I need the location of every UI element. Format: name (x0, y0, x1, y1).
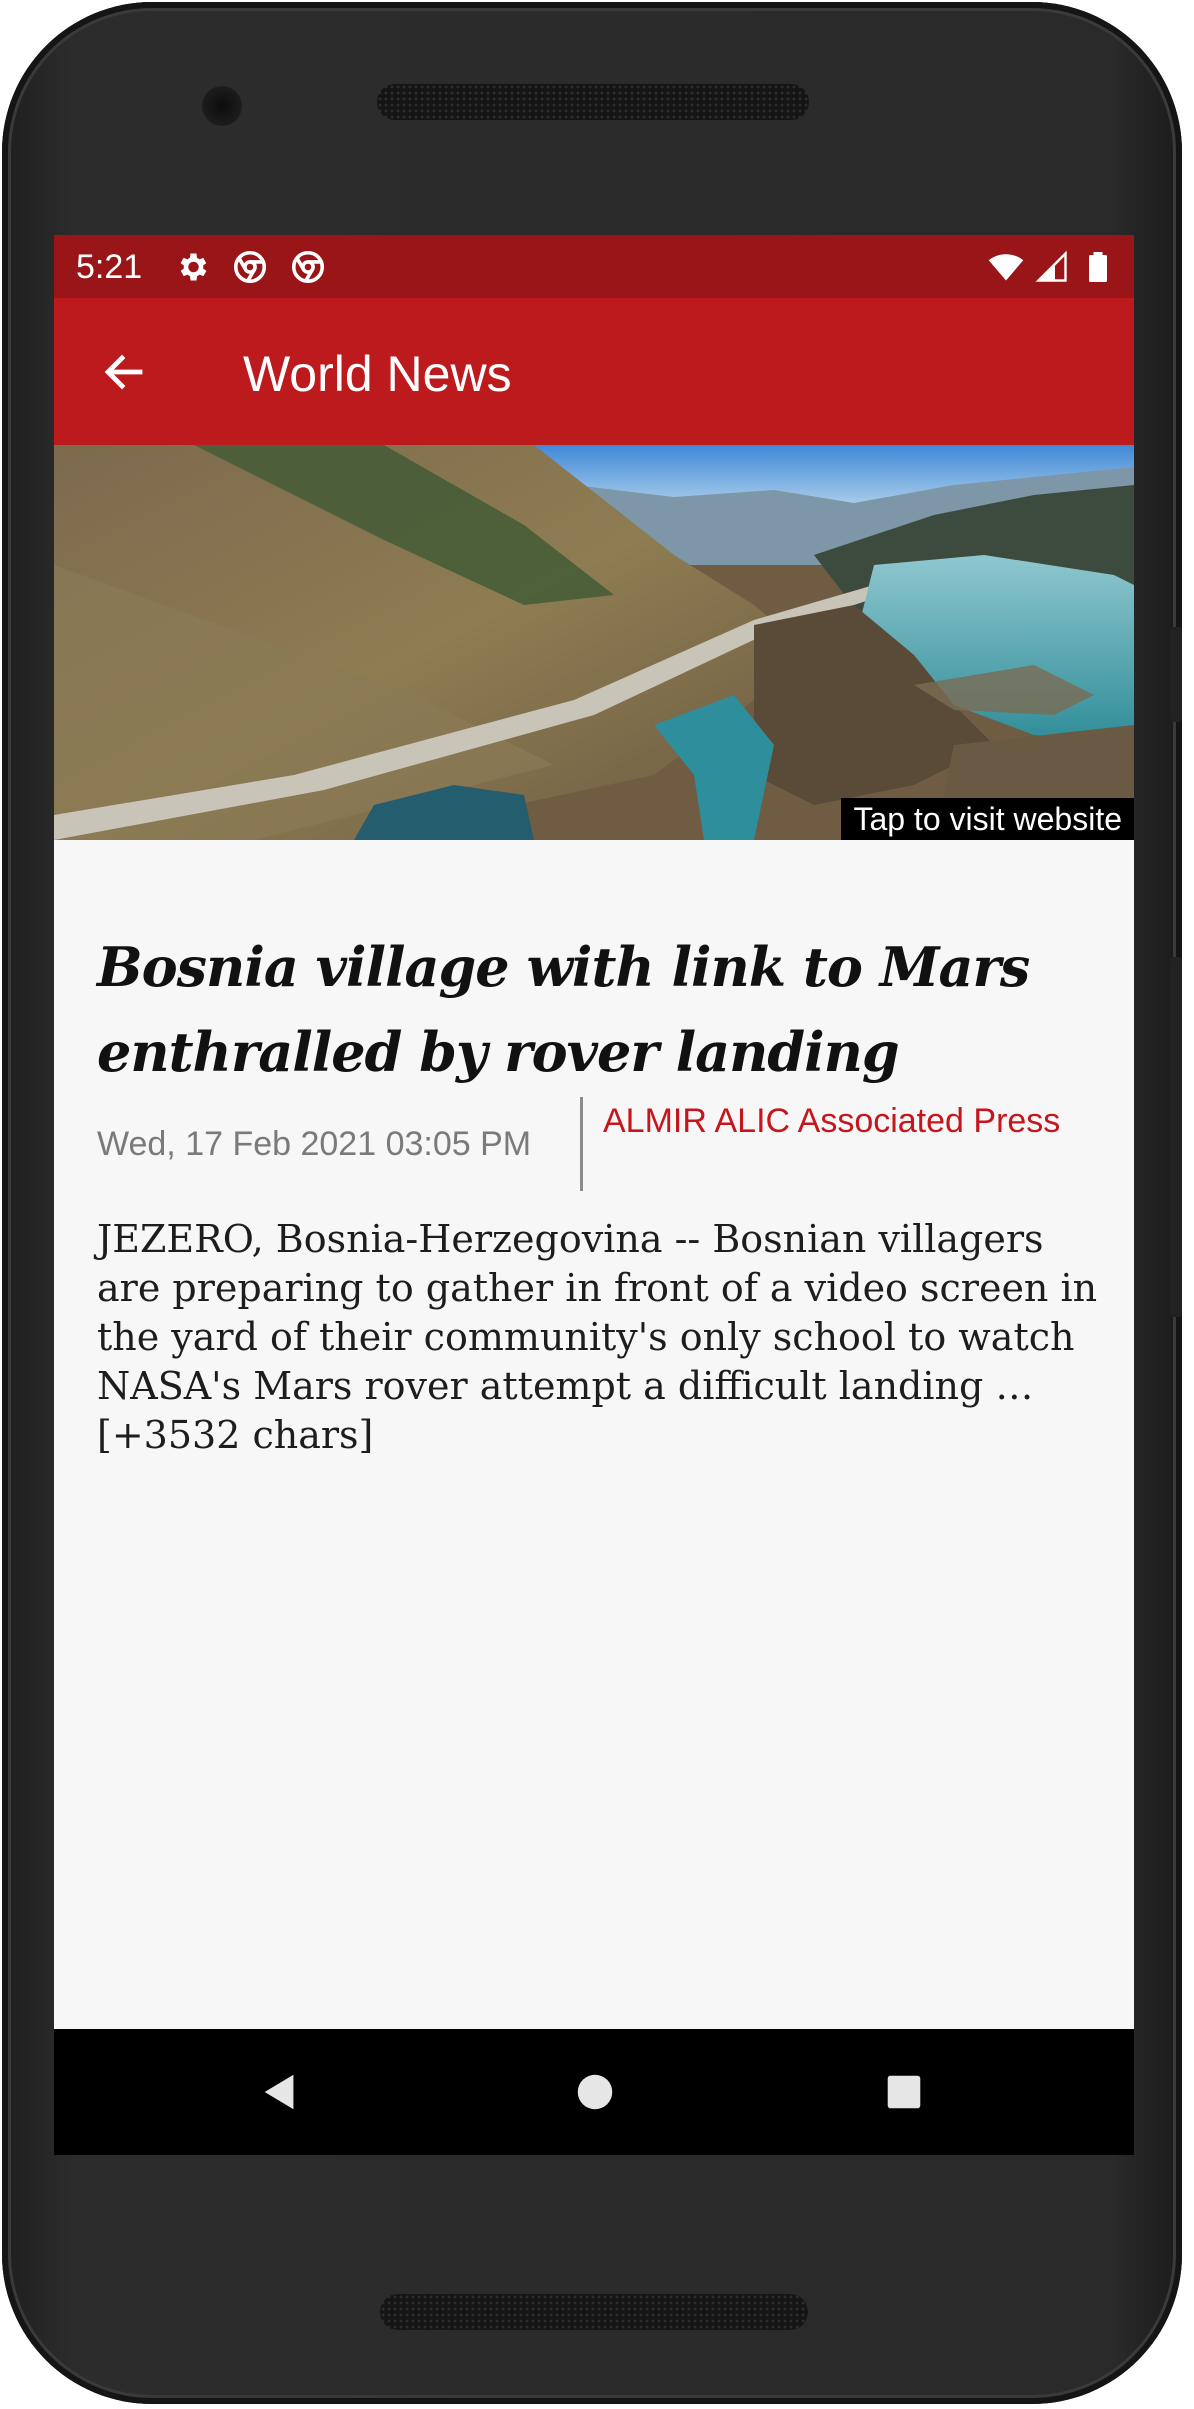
landscape-photo (54, 445, 1134, 840)
home-circle-icon (577, 2074, 613, 2110)
navigation-bar (54, 2029, 1134, 2155)
notification-icons (174, 249, 326, 285)
chrome-icon (291, 250, 325, 284)
article-author: ALMIR ALIC Associated Press (603, 1102, 1061, 1140)
nav-back-button[interactable] (250, 2062, 310, 2122)
wifi-icon (988, 254, 1024, 281)
earpiece-speaker (377, 84, 809, 120)
back-triangle-icon (264, 2074, 294, 2110)
bottom-speaker (380, 2294, 808, 2330)
meta-divider (580, 1097, 583, 1191)
back-button[interactable] (94, 342, 154, 402)
article-image[interactable]: Tap to visit website (54, 445, 1134, 840)
article-date: Wed, 17 Feb 2021 03:05 PM (97, 1125, 532, 1163)
status-time: 5:21 (76, 248, 143, 286)
signal-icon (1035, 250, 1067, 282)
chrome-icon (233, 250, 267, 284)
arrow-left-icon (104, 354, 143, 390)
battery-icon (1089, 252, 1107, 282)
visit-website-label[interactable]: Tap to visit website (841, 798, 1134, 840)
app-bar: World News (54, 298, 1134, 445)
article-body: JEZERO, Bosnia-Herzegovina -- Bosnian vi… (97, 1217, 1098, 1457)
nav-recents-button[interactable] (874, 2062, 934, 2122)
screen: 5:21 World News Tap to visit website Bos… (54, 235, 1134, 2155)
status-bar: 5:21 (54, 235, 1134, 298)
page-title: World News (243, 346, 512, 402)
system-icons (988, 249, 1116, 285)
front-camera (202, 86, 242, 126)
article-headline: Bosnia village with link to Mars enthral… (97, 935, 1030, 1084)
phone-frame: 5:21 World News Tap to visit website Bos… (2, 2, 1182, 2404)
recents-square-icon (887, 2075, 921, 2109)
power-button (1170, 627, 1182, 722)
volume-button (1170, 957, 1182, 1317)
gear-icon (180, 253, 207, 281)
nav-home-button[interactable] (565, 2062, 625, 2122)
